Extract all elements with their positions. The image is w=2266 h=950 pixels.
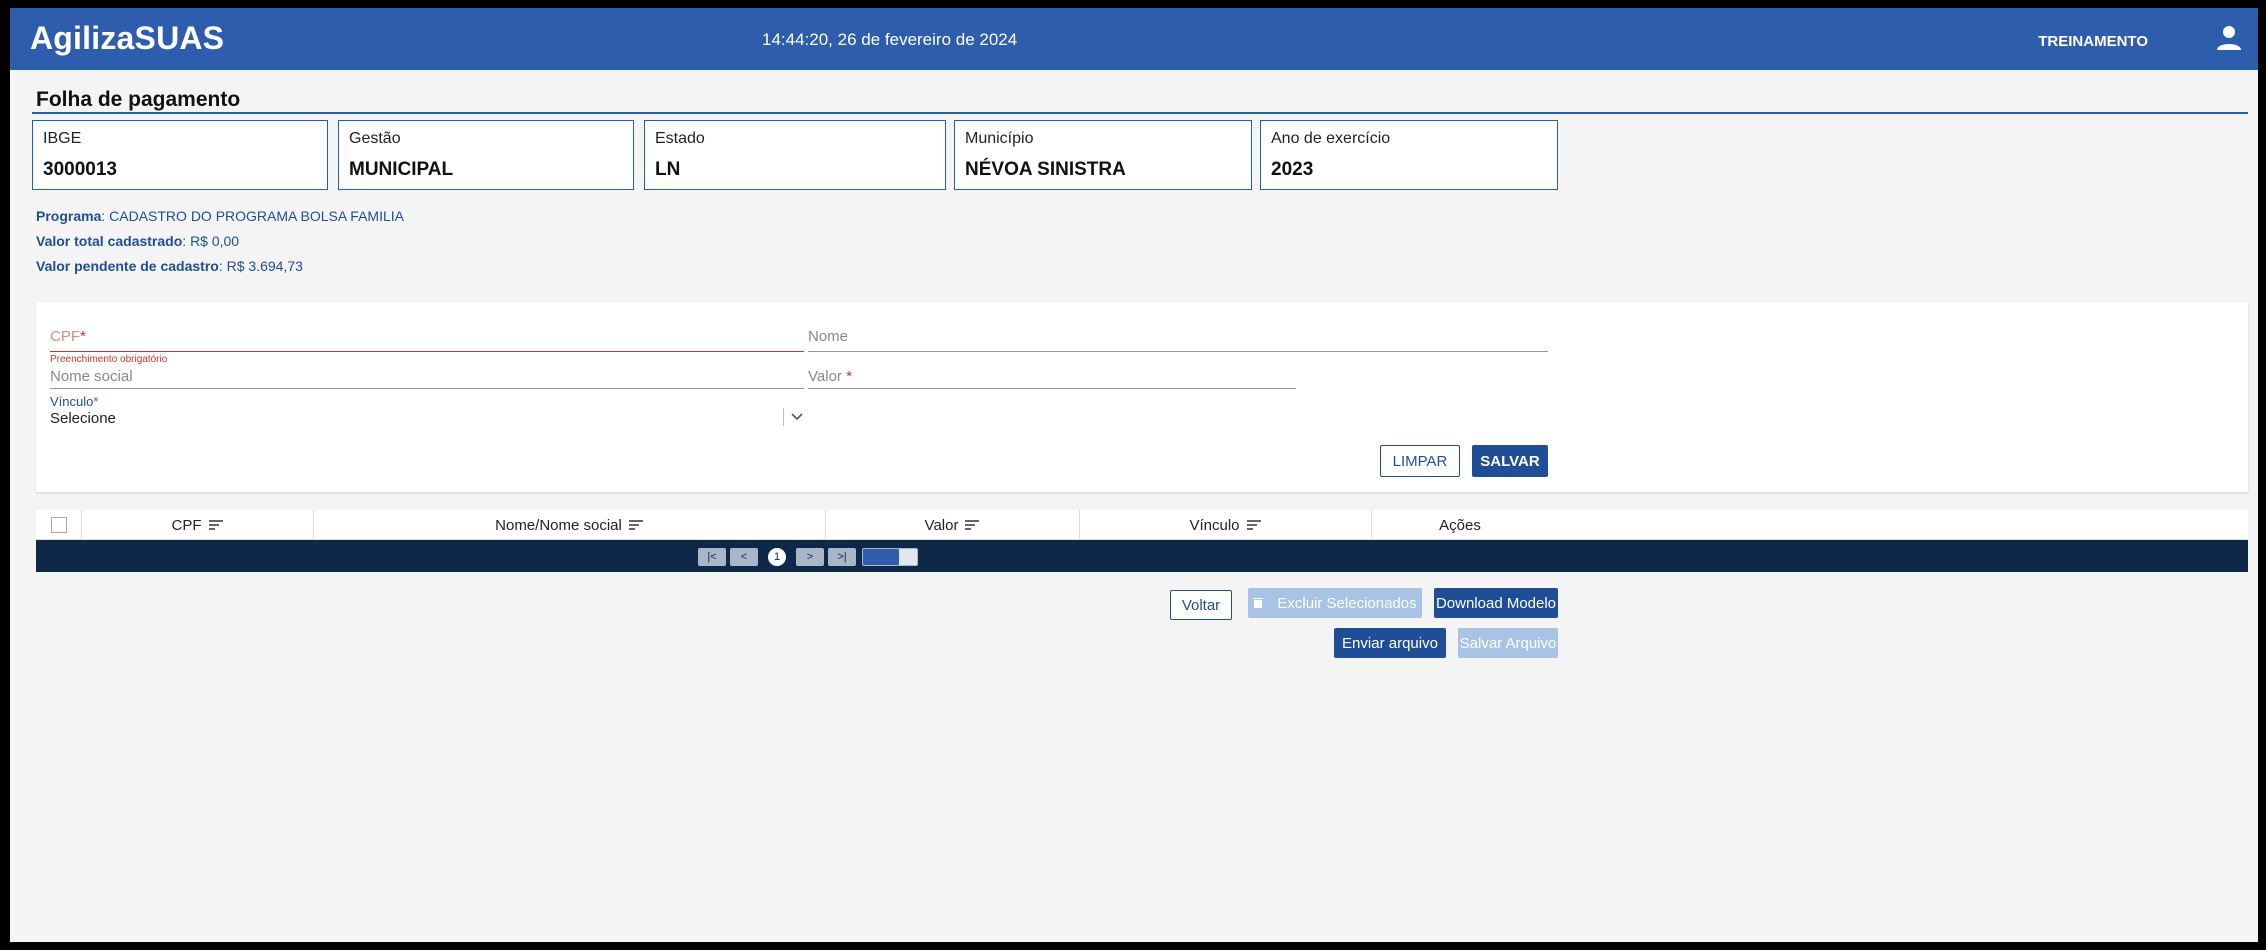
salvar-button[interactable]: SALVAR <box>1472 445 1548 477</box>
download-modelo-button[interactable]: Download Modelo <box>1434 588 1558 618</box>
valor-label: Valor * <box>808 368 852 385</box>
trash-icon <box>1253 598 1264 608</box>
valor-total-info: Valor total cadastrado: R$ 0,00 <box>36 233 240 249</box>
chevron-down-icon[interactable] <box>790 412 804 422</box>
col-label-valor: Valor <box>924 516 959 534</box>
page-title: Folha de pagamento <box>36 88 241 111</box>
valor-pendente-label: Valor pendente de cadastro <box>36 258 219 274</box>
valor-underline <box>808 388 1296 389</box>
last-page-button[interactable]: >| <box>828 548 856 566</box>
col-label-nome: Nome/Nome social <box>495 516 622 534</box>
card-estado: Estado LN <box>644 120 946 190</box>
nome-social-underline <box>50 388 804 389</box>
card-ibge: IBGE 3000013 <box>32 120 328 190</box>
sort-icon[interactable] <box>964 519 980 531</box>
user-icon[interactable] <box>2214 23 2244 53</box>
required-mark: * <box>846 368 852 385</box>
valor-total-label: Valor total cadastrado <box>36 233 183 249</box>
app-window: AgilizaSUAS 14:44:20, 26 de fevereiro de… <box>10 8 2258 942</box>
vinculo-select[interactable]: Selecione <box>50 406 812 430</box>
sort-icon[interactable] <box>208 519 224 531</box>
nome-field[interactable]: Nome <box>808 324 1548 352</box>
nome-social-label: Nome social <box>50 368 133 385</box>
card-label: Estado <box>655 130 705 147</box>
col-header-cpf[interactable]: CPF <box>82 510 314 540</box>
sort-icon[interactable] <box>628 519 644 531</box>
app-logo[interactable]: AgilizaSUAS <box>30 20 224 57</box>
card-value: NÉVOA SINISTRA <box>965 159 1126 180</box>
next-page-button[interactable]: > <box>796 548 824 566</box>
col-header-valor[interactable]: Valor <box>826 510 1080 540</box>
valor-total-value: R$ 0,00 <box>190 233 240 249</box>
excluir-selecionados-button[interactable]: Excluir Selecionados <box>1248 588 1422 618</box>
table-header: CPF Nome/Nome social Valor Vínculo Ações <box>36 510 2248 540</box>
page-size-handle <box>899 549 917 565</box>
valor-pendente-value: R$ 3.694,73 <box>226 258 303 274</box>
programa-info: Programa: CADASTRO DO PROGRAMA BOLSA FAM… <box>36 208 404 224</box>
required-mark: * <box>80 328 86 345</box>
user-name[interactable]: TREINAMENTO <box>2038 33 2148 50</box>
card-label: Gestão <box>349 130 401 147</box>
card-municipio: Município NÉVOA SINISTRA <box>954 120 1252 190</box>
col-label-cpf: CPF <box>171 516 202 534</box>
card-ano-exercicio: Ano de exercício 2023 <box>1260 120 1558 190</box>
nome-underline <box>808 351 1548 352</box>
excluir-label: Excluir Selecionados <box>1277 594 1417 612</box>
cpf-field[interactable]: CPF* <box>50 324 804 352</box>
datetime-display: 14:44:20, 26 de fevereiro de 2024 <box>762 30 1018 49</box>
valor-field[interactable]: Valor * <box>808 364 1296 392</box>
select-separator <box>783 408 784 426</box>
enviar-arquivo-button[interactable]: Enviar arquivo <box>1334 628 1446 658</box>
prev-page-button[interactable]: < <box>730 548 758 566</box>
card-value: 2023 <box>1271 159 1314 180</box>
sort-icon[interactable] <box>1246 519 1262 531</box>
programa-value: CADASTRO DO PROGRAMA BOLSA FAMILIA <box>109 208 404 224</box>
nome-social-field[interactable]: Nome social <box>50 364 804 392</box>
table-pagination: |< < 1 > >| <box>36 540 2248 572</box>
valor-label-text: Valor <box>808 368 842 385</box>
card-value: MUNICIPAL <box>349 159 454 180</box>
vinculo-selected-value: Selecione <box>50 410 116 427</box>
title-divider <box>32 112 2248 114</box>
page-size-select[interactable] <box>862 548 918 566</box>
card-gestao: Gestão MUNICIPAL <box>338 120 634 190</box>
top-bar: AgilizaSUAS 14:44:20, 26 de fevereiro de… <box>10 8 2258 70</box>
col-header-vinculo[interactable]: Vínculo <box>1080 510 1372 540</box>
cpf-label-text: CPF <box>50 328 80 345</box>
voltar-button[interactable]: Voltar <box>1170 590 1232 620</box>
limpar-button[interactable]: LIMPAR <box>1380 445 1460 477</box>
cpf-underline <box>50 351 804 352</box>
current-page[interactable]: 1 <box>768 548 786 566</box>
first-page-button[interactable]: |< <box>698 548 726 566</box>
col-header-acoes: Ações <box>1372 510 1548 540</box>
col-label-vinculo: Vínculo <box>1189 516 1240 534</box>
card-label: Ano de exercício <box>1271 130 1391 147</box>
select-all-cell <box>36 510 82 540</box>
card-value: LN <box>655 159 681 180</box>
payment-form: CPF* Preenchimento obrigatório Nome Nome… <box>36 302 2248 492</box>
programa-label: Programa <box>36 208 102 224</box>
nome-label: Nome <box>808 328 849 345</box>
card-label: Município <box>965 130 1034 147</box>
col-header-nome[interactable]: Nome/Nome social <box>314 510 826 540</box>
card-label: IBGE <box>43 130 82 147</box>
salvar-arquivo-button[interactable]: Salvar Arquivo <box>1458 628 1558 658</box>
cpf-label: CPF* <box>50 328 86 345</box>
col-label-acoes: Ações <box>1439 516 1481 534</box>
valor-pendente-info: Valor pendente de cadastro: R$ 3.694,73 <box>36 258 303 274</box>
card-value: 3000013 <box>43 159 117 180</box>
select-all-checkbox[interactable] <box>50 517 67 533</box>
